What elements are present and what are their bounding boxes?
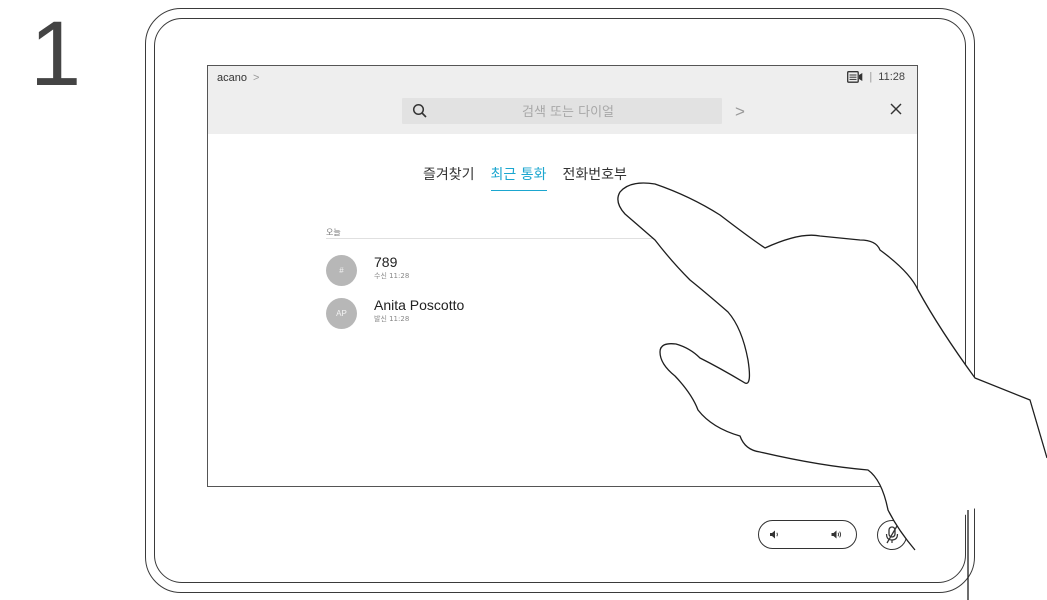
microphone-mute-icon (885, 525, 899, 544)
tab-directory[interactable]: 전화번호부 (563, 164, 627, 191)
volume-control[interactable] (758, 520, 857, 549)
avatar: AP (326, 298, 357, 329)
avatar: # (326, 255, 357, 286)
section-label-today: 오늘 (326, 228, 341, 237)
section-divider (326, 238, 706, 239)
search-next-chevron[interactable]: > (735, 102, 745, 122)
touch-screen: acano > | 11:28 > 즐 (207, 65, 918, 487)
microphone-mute-button[interactable] (877, 520, 907, 550)
camera-icon[interactable] (847, 71, 863, 83)
step-number: 1 (30, 3, 82, 105)
clock-time: 11:28 (878, 71, 905, 83)
search-icon (412, 103, 427, 118)
directory-tabs: 즐겨찾기 최근 통화 전화번호부 (423, 164, 627, 191)
tab-recents[interactable]: 최근 통화 (490, 164, 547, 191)
call-name: 789 (374, 254, 398, 270)
call-meta: 수신 11:28 (374, 272, 410, 280)
breadcrumb[interactable]: acano > (217, 72, 259, 84)
status-separator: | (869, 71, 873, 83)
volume-up-icon[interactable] (831, 529, 843, 540)
close-icon[interactable] (889, 102, 903, 116)
list-item[interactable]: # 789 수신 11:28 (326, 254, 626, 287)
call-meta: 발신 11:28 (374, 315, 410, 323)
status-area: | 11:28 (847, 71, 905, 83)
top-bar: acano > | 11:28 > (208, 66, 917, 134)
search-box[interactable] (402, 98, 722, 124)
breadcrumb-label: acano (217, 72, 247, 84)
breadcrumb-chevron: > (253, 72, 260, 84)
tab-favorites[interactable]: 즐겨찾기 (423, 164, 475, 191)
call-name: Anita Poscotto (374, 297, 465, 313)
volume-down-icon[interactable] (769, 529, 781, 540)
search-input[interactable] (436, 101, 700, 123)
list-item[interactable]: AP Anita Poscotto 발신 11:28 (326, 297, 626, 330)
